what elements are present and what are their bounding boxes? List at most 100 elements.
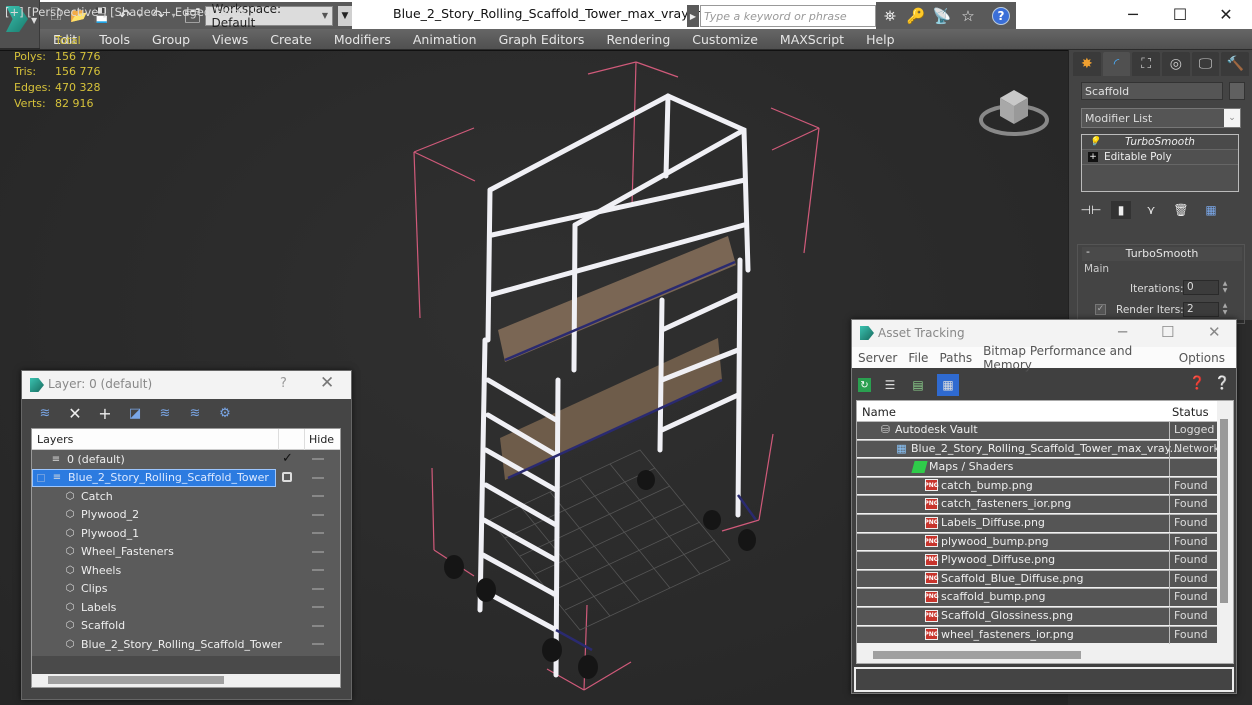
object-row[interactable]: ⬡ Wheel_Fasteners <box>32 543 340 562</box>
render-iters-spinner[interactable]: ▲ ▼ <box>1221 302 1229 317</box>
asset-row[interactable]: PNG Scaffold_Blue_Diffuse.png Found <box>857 569 1217 588</box>
asset-row[interactable]: PNG plywood_bump.png Found <box>857 532 1217 551</box>
asset-row[interactable]: PNG wheel_fasteners_ior.png Found <box>857 625 1217 644</box>
menu-options[interactable]: Options <box>1179 351 1225 365</box>
search-input[interactable]: Type a keyword or phrase <box>700 5 876 27</box>
display-tab-icon[interactable]: 🖵 <box>1191 52 1220 76</box>
menu-paths[interactable]: Paths <box>939 351 972 365</box>
hide-toggle[interactable] <box>312 643 324 645</box>
object-name-input[interactable]: Scaffold <box>1081 82 1223 100</box>
menu-graph-editors[interactable]: Graph Editors <box>488 32 596 47</box>
stack-item-turbosmooth[interactable]: 💡 TurboSmooth <box>1082 135 1238 150</box>
context-help-icon[interactable]: ❔ <box>1214 376 1230 391</box>
highlight-layer-icon[interactable]: ≋ <box>186 404 204 422</box>
dialog-title-bar[interactable]: Layer: 0 (default) ? ✕ <box>22 371 351 399</box>
iterations-input[interactable]: 0 <box>1183 280 1219 295</box>
close-button[interactable]: ✕ <box>1203 0 1249 28</box>
pin-stack-icon[interactable]: ⊣⊢ <box>1081 201 1102 219</box>
star-icon[interactable]: ☆ <box>958 6 978 26</box>
hide-toggle[interactable] <box>312 532 324 534</box>
menu-bitmap-performance[interactable]: Bitmap Performance and Memory <box>983 344 1168 372</box>
delete-layer-icon[interactable]: ✕ <box>66 404 84 423</box>
help-button[interactable]: ? <box>280 376 287 391</box>
lightbulb-icon[interactable]: 💡 <box>1089 137 1100 147</box>
binoculars-icon[interactable]: ⛯ <box>880 6 900 26</box>
menu-customize[interactable]: Customize <box>681 32 769 47</box>
layer-row[interactable]: ≡ Blue_2_Story_Rolling_Scaffold_Tower <box>32 468 340 488</box>
close-button[interactable]: ✕ <box>1208 323 1221 341</box>
object-color-swatch[interactable] <box>1229 82 1245 100</box>
menu-server[interactable]: Server <box>858 351 897 365</box>
hide-toggle[interactable] <box>312 606 324 608</box>
menu-file[interactable]: File <box>908 351 928 365</box>
viewport-label-menu[interactable]: [+] [Perspective ] [Shaded + Edged Faces… <box>5 5 255 19</box>
menu-maxscript[interactable]: MAXScript <box>769 32 855 47</box>
table-view-icon[interactable]: ▦ <box>937 374 959 396</box>
search-expand-button[interactable]: ▶ <box>687 5 699 27</box>
customize-qat-button[interactable]: ▼ <box>338 5 352 26</box>
hierarchy-tab-icon[interactable]: ⛶ <box>1132 52 1161 76</box>
minimize-button[interactable]: ─ <box>1118 323 1127 341</box>
horizontal-scrollbar[interactable] <box>873 651 1081 659</box>
modifier-list-dropdown[interactable]: Modifier List ⌄ <box>1081 108 1241 128</box>
list-view-icon[interactable]: ☰ <box>881 376 899 394</box>
object-row[interactable]: ⬡ Plywood_2 <box>32 506 340 525</box>
object-row[interactable]: ⬡ Blue_2_Story_Rolling_Scaffold_Tower <box>32 635 340 654</box>
remove-modifier-icon[interactable]: 🗑 <box>1171 201 1191 219</box>
hide-toggle[interactable] <box>312 495 324 497</box>
current-layer-check-icon[interactable]: ✓ <box>282 451 293 466</box>
plus-icon[interactable]: + <box>1088 152 1098 162</box>
add-to-layer-icon[interactable]: + <box>96 404 114 423</box>
menu-views[interactable]: Views <box>201 32 259 47</box>
hide-toggle[interactable] <box>312 624 324 627</box>
object-row[interactable]: ⬡ Clips <box>32 580 340 599</box>
maximize-button[interactable]: ☐ <box>1157 0 1203 28</box>
asset-row[interactable]: PNG catch_bump.png Found <box>857 476 1217 495</box>
render-iters-input[interactable]: 2 <box>1183 302 1219 317</box>
hide-toggle[interactable] <box>312 476 324 479</box>
asset-row[interactable]: PNG Scaffold_Glossiness.png Found <box>857 607 1217 625</box>
object-row[interactable]: ⬡ Scaffold <box>32 617 340 636</box>
object-row[interactable]: ⬡ Wheels <box>32 561 340 580</box>
create-tab-icon[interactable]: ✸ <box>1073 52 1101 76</box>
column-header-status[interactable]: Status <box>1172 405 1209 419</box>
layer-properties-icon[interactable]: ⚙ <box>216 404 234 422</box>
hide-toggle[interactable] <box>312 458 324 460</box>
refresh-icon[interactable]: ↻ <box>858 378 871 392</box>
configure-modifier-sets-icon[interactable]: ▦ <box>1201 201 1221 219</box>
column-header-layers[interactable]: Layers <box>37 433 73 446</box>
object-row[interactable]: ⬡ Catch <box>32 487 340 506</box>
select-objects-icon[interactable]: ◪ <box>126 404 144 422</box>
hide-toggle[interactable] <box>312 550 324 553</box>
asset-row[interactable]: ⛁ Autodesk Vault Logged O <box>857 421 1217 439</box>
rollout-header[interactable]: - TurboSmooth <box>1082 245 1242 261</box>
menu-group[interactable]: Group <box>141 32 201 47</box>
modify-tab-icon[interactable]: ◜ <box>1102 52 1131 76</box>
iterations-spinner[interactable]: ▲ ▼ <box>1221 280 1229 295</box>
viewcube-icon[interactable] <box>978 80 1050 142</box>
thumbnail-view-icon[interactable]: ▤ <box>909 376 927 394</box>
asset-row[interactable]: PNG catch_fasteners_ior.png Found <box>857 495 1217 514</box>
set-current-layer-icon[interactable] <box>282 471 292 482</box>
help-icon[interactable]: ? <box>992 6 1010 25</box>
hide-toggle[interactable] <box>312 513 324 516</box>
menu-help[interactable]: Help <box>855 32 906 47</box>
object-row[interactable]: ⬡ Labels <box>32 598 340 617</box>
hide-toggle[interactable] <box>312 569 324 571</box>
new-layer-icon[interactable]: ≋ <box>36 404 54 422</box>
show-end-result-icon[interactable]: ▮ <box>1111 201 1131 219</box>
hide-toggle[interactable] <box>312 587 324 590</box>
layer-row[interactable]: ≡ 0 (default) ✓ <box>32 450 340 469</box>
object-row[interactable]: ⬡ Plywood_1 <box>32 524 340 543</box>
key-icon[interactable]: 🔑 <box>906 6 926 26</box>
motion-tab-icon[interactable]: ◎ <box>1162 52 1190 76</box>
asset-row[interactable]: PNG Plywood_Diffuse.png Found <box>857 551 1217 570</box>
menu-modifiers[interactable]: Modifiers <box>323 32 402 47</box>
asset-row[interactable]: PNG scaffold_bump.png Found <box>857 588 1217 607</box>
column-header-hide[interactable]: Hide <box>309 433 334 446</box>
collapse-icon[interactable] <box>37 473 45 482</box>
asset-row[interactable]: PNG Labels_Diffuse.png Found <box>857 514 1217 532</box>
maximize-button[interactable]: ☐ <box>1161 323 1174 341</box>
column-header-name[interactable]: Name <box>862 405 896 419</box>
help-icon[interactable]: ❓ <box>1189 376 1205 391</box>
